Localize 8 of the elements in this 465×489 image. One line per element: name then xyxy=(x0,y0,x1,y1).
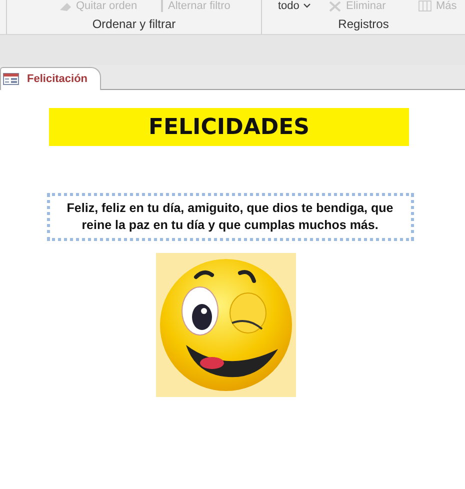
group-label: Ordenar y filtrar xyxy=(92,17,176,31)
message-text: Feliz, feliz en tu día, amiguito, que dios te bendiga, que reine la paz en tu día y que cumplas muchos más. xyxy=(46,193,414,241)
form-icon xyxy=(3,73,19,85)
group-label: Registros xyxy=(338,17,389,31)
document-tab[interactable]: Felicitación xyxy=(0,67,101,90)
title-banner: FELICIDADES xyxy=(49,108,409,146)
caret-icon xyxy=(303,3,312,9)
ribbon-command[interactable]: todo xyxy=(278,0,312,12)
